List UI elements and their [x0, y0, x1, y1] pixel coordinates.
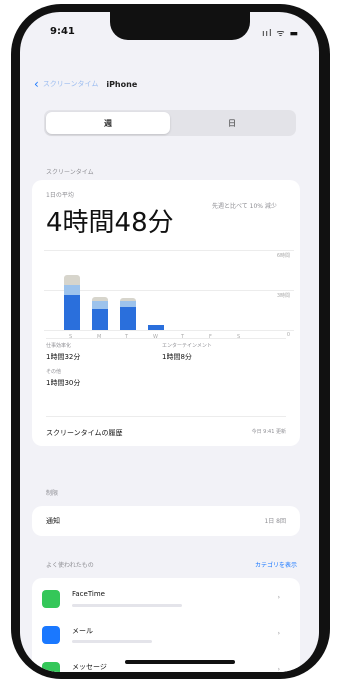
page-title: iPhone	[106, 79, 138, 89]
chart-bar[interactable]	[120, 307, 136, 330]
chevron-right-icon: ›	[277, 594, 280, 601]
app-name: メール	[72, 627, 93, 635]
limits-row[interactable]: 通知 1日 8回	[32, 506, 300, 536]
category-value: 1時間30分	[46, 379, 81, 387]
chart-bar[interactable]	[120, 300, 136, 308]
chart-bar[interactable]	[64, 284, 80, 296]
chart-bar[interactable]	[92, 308, 108, 330]
category-value: 1時間32分	[46, 353, 81, 361]
y-tick-label: 3時間	[276, 293, 290, 299]
home-indicator	[125, 660, 235, 664]
most-used-list: FaceTime › メール › メッセージ ›	[32, 578, 300, 672]
chart-bar[interactable]	[148, 324, 164, 330]
app-usage-bar	[72, 640, 152, 643]
y-tick-label: 0	[286, 332, 290, 338]
comparison-text: 先週と比べて 10% 減少	[212, 203, 277, 210]
category-label: エンターテインメント	[162, 343, 212, 349]
app-row[interactable]: メッセージ ›	[32, 656, 300, 672]
usage-card[interactable]: 1日の平均 4時間48分 先週と比べて 10% 減少 6時間 3時間 0 S M T…	[32, 180, 300, 446]
messages-icon	[42, 662, 60, 672]
x-tick-label: T	[181, 334, 185, 340]
chevron-left-icon[interactable]: ‹	[34, 77, 39, 91]
grid-line	[44, 330, 294, 331]
chart-bar[interactable]	[92, 296, 108, 301]
x-tick-label: M	[97, 334, 102, 340]
grid-line	[44, 250, 294, 251]
show-categories-link[interactable]: カテゴリを表示	[255, 560, 297, 569]
section-label-most-used: よく使われたもの	[46, 562, 94, 569]
period-segmented-control: 週 日	[44, 110, 296, 136]
chevron-right-icon: ›	[277, 666, 280, 672]
category-label: 仕事効率化	[46, 343, 72, 349]
section-label-limits: 制限	[46, 490, 59, 497]
x-tick-label: S	[69, 334, 73, 340]
notch	[110, 12, 250, 40]
limits-row-value: 1日 8回	[264, 518, 286, 525]
video-icon	[42, 590, 60, 608]
category-label: その他	[46, 369, 62, 375]
divider	[46, 338, 286, 339]
chevron-right-icon: ›	[277, 630, 280, 637]
app-usage-bar	[72, 604, 182, 607]
limits-row-label: 通知	[46, 517, 60, 525]
section-label-usage: スクリーンタイム	[46, 169, 94, 176]
daily-average-label: 1日の平均	[46, 192, 74, 199]
navigation-bar: ‹ スクリーンタイム iPhone	[34, 74, 305, 94]
app-row[interactable]: FaceTime ›	[32, 584, 300, 618]
chart-bar[interactable]	[64, 295, 80, 330]
segment-day[interactable]: 日	[170, 112, 294, 134]
grid-line	[44, 290, 294, 291]
chart-bar[interactable]	[120, 298, 136, 301]
y-tick-label: 6時間	[276, 253, 290, 259]
category-value: 1時間8分	[162, 353, 192, 361]
x-tick-label: S	[237, 334, 241, 340]
status-time: 9:41	[50, 26, 75, 37]
app-name: メッセージ	[72, 663, 107, 671]
back-button[interactable]: スクリーンタイム	[43, 79, 99, 89]
x-tick-label: T	[125, 334, 129, 340]
divider	[46, 416, 286, 417]
screen: 9:41 ııl ᯤ ▬ ‹ スクリーンタイム iPhone 週 日 スクリーン…	[20, 12, 319, 672]
all-activity-link[interactable]: スクリーンタイムの履歴	[46, 428, 123, 438]
chart-bar[interactable]	[64, 275, 80, 285]
x-tick-label: F	[209, 334, 212, 340]
app-row[interactable]: メール ›	[32, 620, 300, 654]
updated-text: 今日 9:41 更新	[251, 429, 286, 435]
total-time: 4時間48分	[46, 208, 174, 238]
app-name: FaceTime	[72, 590, 105, 598]
x-tick-label: W	[153, 334, 158, 340]
segment-week[interactable]: 週	[46, 112, 170, 134]
mail-icon	[42, 626, 60, 644]
chart-bar[interactable]	[92, 300, 108, 309]
status-icons: ııl ᯤ ▬	[262, 29, 299, 39]
